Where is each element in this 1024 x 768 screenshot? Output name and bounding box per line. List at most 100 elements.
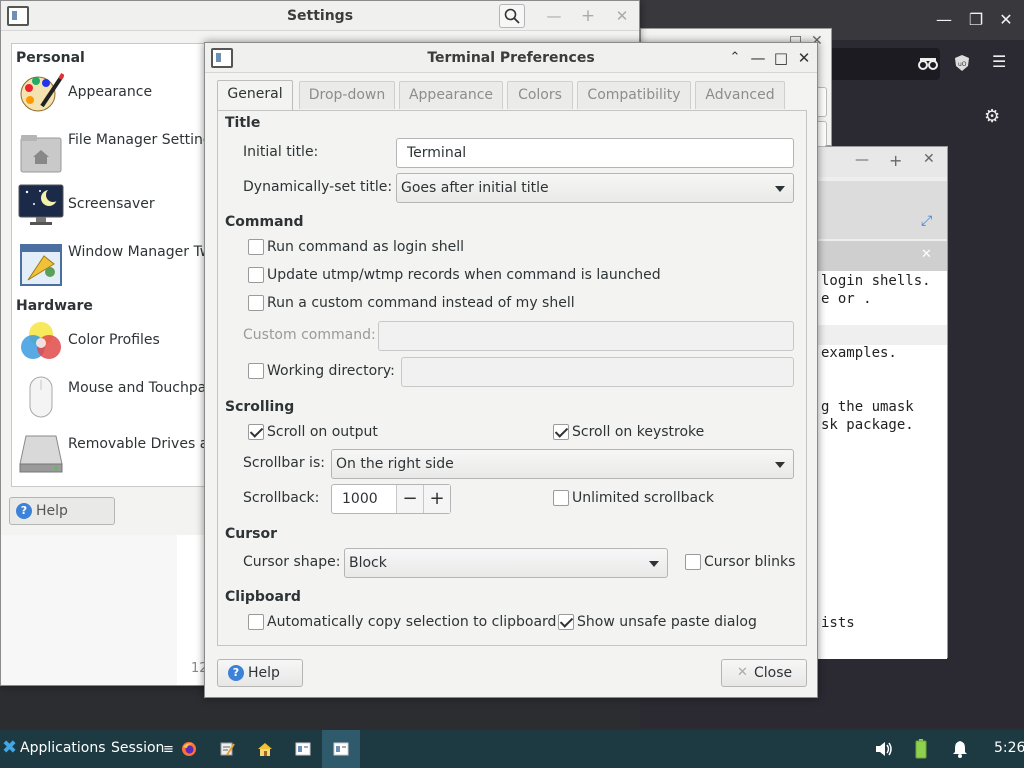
file-manager-icon [18, 130, 64, 176]
terminal-line: g the umask [821, 399, 914, 415]
custom-command-checkbox[interactable] [248, 295, 264, 311]
custom-command-label: Custom command: [243, 327, 376, 343]
close-icon[interactable]: ✕ [923, 151, 935, 167]
gear-icon[interactable]: ⚙ [984, 106, 1002, 127]
background-terminal-window: — + ✕ ⤢ ✕ login shells. e or . examples.… [808, 146, 948, 659]
utmp-checkbox[interactable] [248, 267, 264, 283]
dynamic-title-select[interactable]: Goes after initial title [396, 173, 794, 203]
settings-help-button[interactable]: ? Help [9, 497, 115, 525]
help-icon: ? [16, 503, 32, 519]
sidebar-item-mouse-touchpad[interactable]: Mouse and Touchpad [16, 372, 215, 422]
clock[interactable]: 5:26 [994, 740, 1024, 756]
window-manager-tweaks-icon [18, 242, 64, 288]
cursor-blinks-checkbox[interactable] [685, 554, 701, 570]
svg-text:uO: uO [958, 61, 967, 68]
home-folder-launcher[interactable] [246, 730, 284, 768]
close-icon: ✕ [737, 665, 748, 680]
sidebar-item-file-manager[interactable]: File Manager Settings [16, 128, 219, 178]
scrollbar-label: Scrollbar is: [243, 455, 325, 471]
screensaver-icon [18, 182, 64, 228]
removable-drive-icon [18, 430, 64, 476]
close-icon[interactable]: ✕ [612, 6, 632, 26]
help-icon: ? [228, 665, 244, 681]
initial-title-input[interactable]: Terminal [396, 138, 794, 168]
tab-appearance[interactable]: Appearance [399, 81, 503, 109]
terminal-line: e or . [821, 291, 872, 307]
working-directory-checkbox[interactable] [248, 363, 264, 379]
restore-icon[interactable]: ❐ [966, 10, 986, 29]
terminal-tab-bar [809, 181, 947, 239]
applications-menu[interactable]: Applications [20, 740, 106, 756]
sidebar-item-label: Appearance [68, 84, 153, 100]
minimize-icon[interactable]: — [748, 48, 768, 68]
decrement-button[interactable]: − [396, 485, 423, 513]
unsafe-paste-checkbox[interactable] [558, 614, 574, 630]
minimize-icon[interactable]: — [934, 10, 954, 29]
sidebar-item-label: Screensaver [68, 196, 155, 212]
close-icon[interactable]: ✕ [996, 10, 1016, 29]
command-heading: Command [225, 214, 304, 230]
close-icon[interactable]: ✕ [794, 48, 814, 68]
scrollback-value[interactable]: 1000 [342, 485, 378, 513]
sidebar-item-appearance[interactable]: Appearance [16, 68, 206, 118]
unlimited-scrollback-checkbox[interactable] [553, 490, 569, 506]
sidebar-item-color-profiles[interactable]: Color Profiles [16, 316, 206, 366]
cursor-shape-select[interactable]: Block [344, 548, 668, 578]
session-menu[interactable]: Session [111, 740, 164, 756]
text-editor-icon [220, 742, 235, 756]
menu-icon[interactable]: ☰ [992, 54, 1008, 70]
maximize-icon[interactable]: □ [771, 48, 791, 68]
close-button[interactable]: ✕ Close [721, 659, 807, 687]
minimize-icon[interactable]: — [544, 6, 564, 26]
custom-command-input[interactable] [378, 321, 794, 351]
settings-window-button[interactable] [284, 730, 322, 768]
custom-command-check-label: Run a custom command instead of my shell [267, 295, 575, 311]
chevron-down-icon [775, 186, 785, 192]
working-directory-input[interactable] [401, 357, 794, 387]
unlimited-scrollback-label: Unlimited scrollback [572, 490, 714, 506]
sidebar-item-screensaver[interactable]: Screensaver [16, 180, 206, 230]
scroll-on-output-checkbox[interactable] [248, 424, 264, 440]
section-hardware: Hardware [16, 298, 93, 314]
utmp-label: Update utmp/wtmp records when command is… [267, 267, 661, 283]
tab-drop-down[interactable]: Drop-down [299, 81, 395, 109]
prefs-window-button[interactable] [322, 730, 360, 768]
close-tab-icon[interactable]: ✕ [921, 247, 932, 262]
fullscreen-icon[interactable]: ⤢ [921, 213, 932, 229]
scrollback-spinner[interactable]: 1000 − + [331, 484, 451, 514]
notification-bell-icon[interactable] [952, 740, 968, 758]
ublock-icon[interactable]: uO [954, 54, 970, 72]
maximize-icon[interactable]: + [578, 6, 598, 26]
auto-copy-checkbox[interactable] [248, 614, 264, 630]
scrollbar-select[interactable]: On the right side [331, 449, 794, 479]
maximize-icon[interactable]: + [889, 151, 902, 170]
home-icon [258, 743, 272, 756]
tab-colors[interactable]: Colors [507, 81, 573, 109]
login-shell-label: Run command as login shell [267, 239, 465, 255]
general-panel: Title Initial title: Terminal Dynamicall… [217, 110, 807, 646]
battery-icon[interactable] [915, 739, 927, 759]
close-label: Close [754, 665, 793, 681]
volume-icon[interactable] [874, 740, 894, 758]
sidebar-item-window-manager-tweaks[interactable]: Window Manager Tweaks [16, 240, 244, 290]
firefox-launcher[interactable] [170, 730, 208, 768]
prefs-help-button[interactable]: ? Help [217, 659, 303, 687]
sidebar-item-removable-drives[interactable]: Removable Drives and Media [16, 428, 273, 478]
minimize-icon[interactable]: — [855, 152, 869, 168]
shade-icon[interactable]: ⌃ [725, 48, 745, 68]
scroll-on-keystroke-checkbox[interactable] [553, 424, 569, 440]
mouse-icon [18, 374, 64, 420]
search-button[interactable] [499, 4, 525, 28]
tab-advanced[interactable]: Advanced [695, 81, 785, 109]
tab-compatibility[interactable]: Compatibility [577, 81, 691, 109]
private-browsing-icon[interactable] [918, 56, 938, 72]
login-shell-checkbox[interactable] [248, 239, 264, 255]
window-icon [295, 742, 311, 756]
terminal-preferences-dialog: Terminal Preferences ⌃ — □ ✕ General Dro… [204, 42, 818, 698]
xfce-logo-icon[interactable]: ✖ [2, 739, 18, 757]
text-editor-launcher[interactable] [208, 730, 246, 768]
increment-button[interactable]: + [423, 485, 450, 513]
scrollbar-value: On the right side [336, 456, 454, 472]
tab-general[interactable]: General [217, 80, 293, 111]
sidebar-item-label: Removable Drives and Media [68, 436, 273, 452]
